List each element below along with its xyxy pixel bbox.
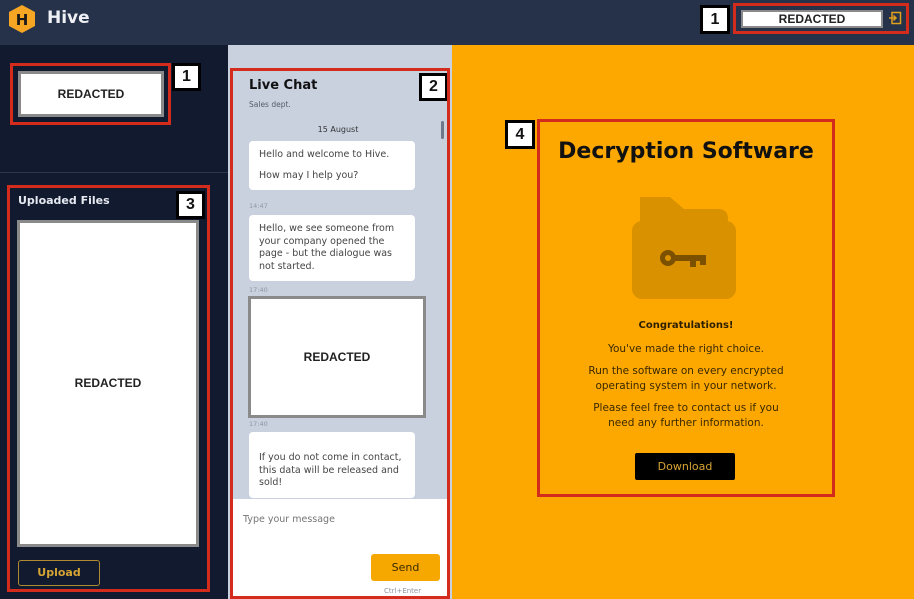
annotation-label-1: 1 [172,63,201,91]
annotation-label-1: 1 [700,5,730,34]
live-chat-column: Live Chat Sales dept. 2 15 August Hello … [228,45,452,599]
logout-icon[interactable] [888,11,902,25]
main-content: 4 Decryption Software Congratulations! Y… [452,45,914,599]
user-menu-annotation: REDACTED [733,3,909,34]
choice-text: You've made the right choice. [607,343,765,355]
uploaded-files-panel: Uploaded Files 3 REDACTED Upload [7,185,210,592]
congrats-heading: Congratulations! [638,320,734,331]
uploaded-files-redacted: REDACTED [17,220,199,547]
live-chat-panel: Live Chat Sales dept. 2 15 August Hello … [230,68,450,599]
annotation-label-2: 2 [419,73,447,101]
hive-logo-icon: H [9,5,35,33]
message-input[interactable] [243,509,433,529]
chat-message: If you do not come in contact, this data… [249,432,415,498]
message-time: 17:40 [249,286,268,294]
message-time: 17:40 [249,420,268,428]
upload-button[interactable]: Upload [18,560,100,586]
message-line: Hello and welcome to Hive. [259,149,390,160]
folder-key-icon [632,197,736,299]
send-button[interactable]: Send [371,554,440,581]
contact-text: Please feel free to contact us if you ne… [593,402,779,429]
download-button[interactable]: Download [635,453,735,480]
instruction-text: Run the software on every encrypted oper… [588,365,784,392]
top-bar: H Hive 1 REDACTED [0,0,914,45]
annotation-label-4: 4 [505,120,535,149]
account-redacted: REDACTED [18,71,164,117]
account-annotation: REDACTED [10,63,171,125]
decryption-card: Decryption Software Congratulations! You… [537,119,835,497]
chat-subtitle: Sales dept. [249,100,291,109]
chat-message: Hello, we see someone from your company … [249,215,415,281]
annotation-label-3: 3 [176,191,205,219]
message-time: 14:47 [249,202,268,210]
sidebar-divider [0,172,228,173]
app-name: Hive [47,8,90,28]
sidebar: REDACTED 1 Uploaded Files 3 REDACTED Upl… [0,45,228,599]
user-name-redacted[interactable]: REDACTED [741,10,883,28]
uploaded-files-title: Uploaded Files [18,194,110,207]
decryption-title: Decryption Software [558,139,814,164]
svg-text:H: H [16,11,29,29]
message-composer: Send Ctrl+Enter [233,499,447,596]
send-shortcut-hint: Ctrl+Enter [384,587,422,595]
chat-message-redacted: REDACTED [248,296,426,418]
chat-title: Live Chat [249,78,318,93]
chat-date: 15 August [317,125,359,134]
message-line: How may I help you? [259,169,359,181]
chat-message: Hello and welcome to Hive. How may I hel… [249,141,415,190]
